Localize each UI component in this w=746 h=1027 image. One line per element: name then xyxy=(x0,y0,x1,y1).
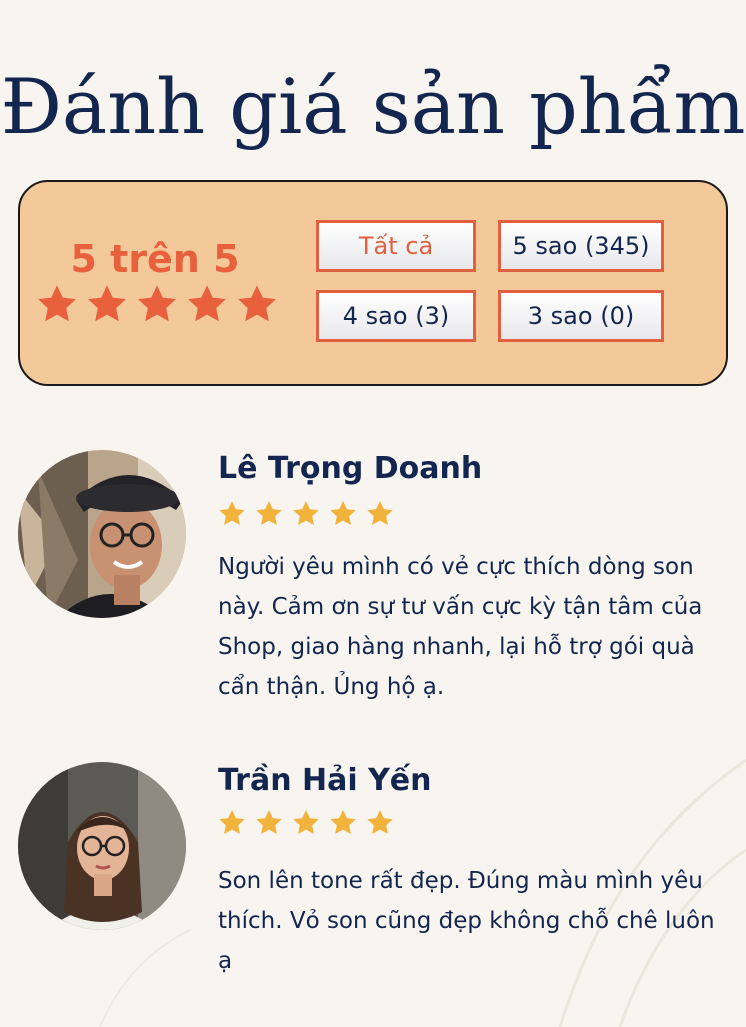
filter-5-star-button[interactable]: 5 sao (345) xyxy=(498,220,664,272)
reviewer-name: Trần Hải Yến xyxy=(218,763,432,798)
star-icon xyxy=(256,501,282,526)
average-stars xyxy=(36,284,278,324)
reviewer-name: Lê Trọng Doanh xyxy=(218,451,483,486)
filter-4-star-button[interactable]: 4 sao (3) xyxy=(316,290,476,342)
filter-all-button[interactable]: Tất cả xyxy=(316,220,476,272)
star-icon xyxy=(88,285,126,322)
star-icon xyxy=(138,285,176,322)
star-icon xyxy=(219,501,245,526)
star-icon xyxy=(293,810,319,835)
star-icon xyxy=(330,501,356,526)
review-stars xyxy=(218,500,394,527)
review-text: Son lên tone rất đẹp. Đúng màu mình yêu … xyxy=(218,868,715,974)
average-score: 5 trên 5 xyxy=(70,237,240,281)
star-icon xyxy=(367,501,393,526)
star-icon xyxy=(256,810,282,835)
avatar xyxy=(18,450,186,618)
star-icon xyxy=(367,810,393,835)
star-icon xyxy=(330,810,356,835)
review-stars xyxy=(218,809,394,836)
avatar xyxy=(18,762,186,930)
star-icon xyxy=(219,810,245,835)
page-title: Đánh giá sản phẩm xyxy=(0,62,746,151)
filter-3-star-button[interactable]: 3 sao (0) xyxy=(498,290,664,342)
star-icon xyxy=(188,285,226,322)
star-icon xyxy=(293,501,319,526)
rating-summary: 5 trên 5 Tất cả 5 sao (345) 4 sao (3) 3 … xyxy=(18,180,728,386)
star-icon xyxy=(238,285,276,322)
star-icon xyxy=(38,285,76,322)
review-text: Người yêu mình có vẻ cực thích dòng son … xyxy=(218,554,703,700)
